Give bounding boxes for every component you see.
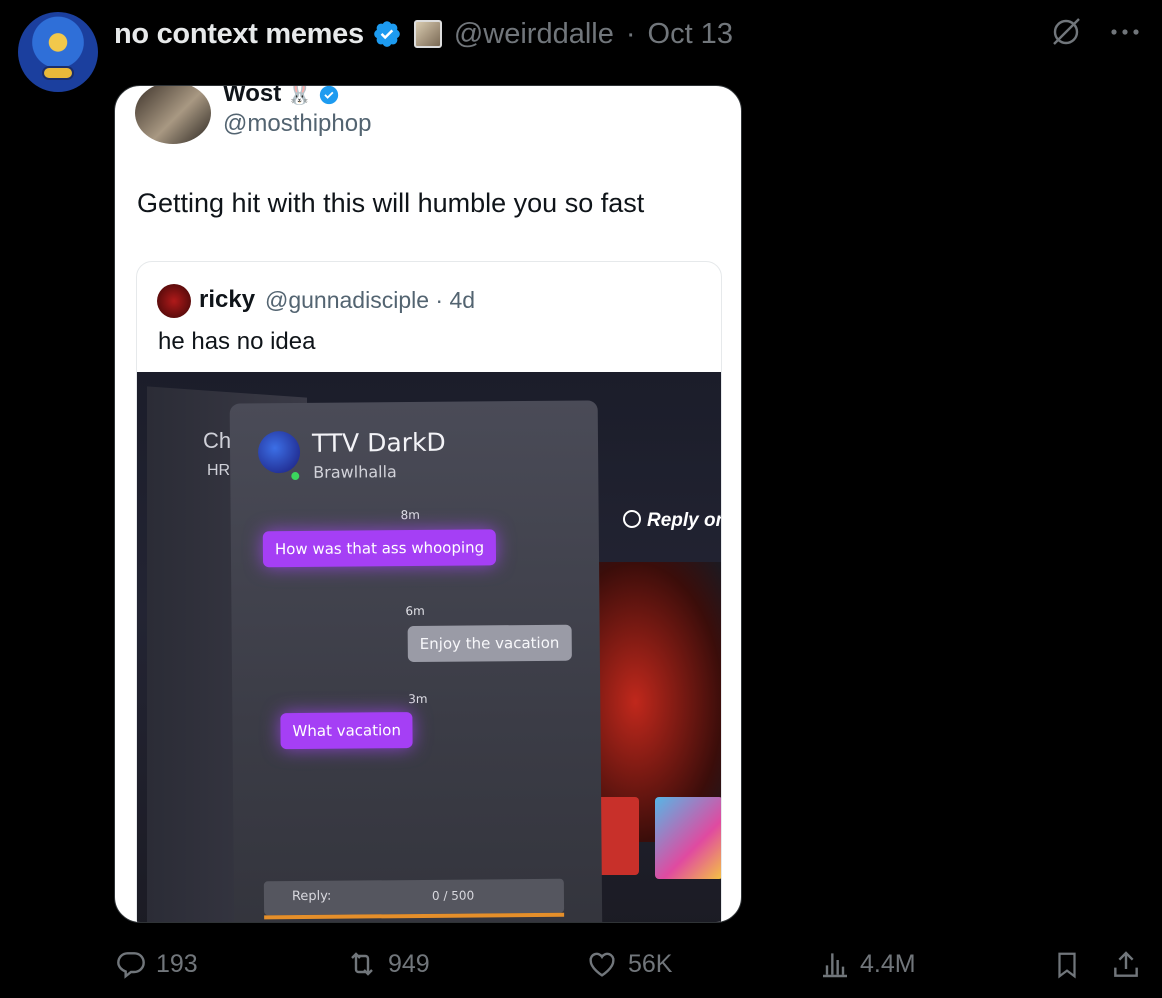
inner-name: ricky [199, 286, 256, 313]
chat-panel: TTV DarkD Brawlhalla 8m How was that ass… [229, 400, 603, 922]
views-button[interactable]: 4.4M [818, 948, 916, 980]
message-time: 8m [400, 507, 421, 523]
reply-icon [117, 952, 145, 979]
share-icon [1114, 951, 1138, 977]
like-button[interactable]: 56K [584, 948, 672, 980]
verified-badge-icon [374, 21, 400, 47]
quoted-handle: @mosthiphop [223, 110, 372, 137]
more-icon[interactable] [1110, 26, 1140, 38]
reply-label: Reply: [291, 888, 332, 905]
author-handle[interactable]: @weirddalle [454, 18, 614, 51]
message-bubble: How was that ass whooping [262, 529, 497, 568]
inner-handle-line: @gunnadisciple · 4d [265, 287, 475, 314]
chat-name: TTV DarkD [311, 427, 446, 458]
post-date[interactable]: Oct 13 [648, 18, 733, 51]
quoted-name-icons: 🐰 [287, 85, 340, 107]
quoted-name: Wost [223, 85, 282, 107]
views-count: 4.4M [860, 949, 916, 978]
message-time: 6m [405, 603, 425, 619]
views-icon [823, 953, 847, 978]
inner-quote-card: ricky @gunnadisciple · 4d he has no idea… [136, 261, 722, 922]
like-icon [589, 952, 615, 977]
quoted-avatar [135, 86, 211, 144]
verified-badge-icon [319, 86, 339, 104]
chat-game: Brawlhalla [313, 462, 397, 482]
inner-time: 4d [449, 287, 476, 313]
repost-button[interactable]: 949 [344, 948, 430, 980]
date-separator: · [625, 17, 636, 50]
affiliate-badge-icon[interactable] [413, 20, 442, 48]
action-bar: 193 949 56K 4.4M [114, 948, 1154, 988]
post-media[interactable]: Wost 🐰 @mosthiphop Getting hit with this… [114, 85, 742, 923]
like-count: 56K [628, 949, 673, 978]
bookmark-icon [1058, 952, 1076, 979]
bookmark-button[interactable] [1052, 948, 1082, 982]
xbox-chat-photo: Ch HRI Reply on TTV DarkD Brawlhalla 8m … [137, 372, 722, 922]
repost-icon [351, 952, 373, 976]
online-dot [291, 472, 300, 481]
reply-field: Reply: 0 / 500 [263, 878, 565, 916]
reply-count: 0 / 500 [431, 888, 475, 903]
side-label-1: Ch [203, 428, 232, 453]
chat-avatar [257, 431, 301, 474]
message-bubble: Enjoy the vacation [407, 624, 572, 663]
inner-handle: @gunnadisciple [265, 287, 430, 313]
game-tile [655, 797, 721, 879]
author-avatar[interactable] [18, 12, 98, 92]
top-icons [1050, 16, 1140, 48]
reply-on-label: Reply on [623, 510, 722, 532]
quoted-text: Getting hit with this will humble you so… [137, 188, 645, 218]
reply-on-text: Reply on [647, 510, 722, 531]
reply-count: 193 [156, 949, 198, 978]
rabbit-emoji-icon: 🐰 [287, 85, 312, 106]
avatar-belt [42, 66, 74, 80]
message-time: 3m [408, 691, 428, 707]
author-name[interactable]: no context memes [114, 18, 364, 51]
grok-icon[interactable] [1050, 16, 1082, 48]
repost-count: 949 [388, 949, 430, 978]
post-header: no context memes @weirddalle · Oct 13 [114, 14, 733, 54]
inner-text: he has no idea [158, 328, 316, 355]
inner-avatar [157, 284, 191, 318]
reply-on-icon [623, 510, 641, 528]
share-button[interactable] [1110, 948, 1142, 982]
inner-separator: · [435, 287, 444, 313]
reply-button[interactable]: 193 [114, 948, 198, 980]
message-bubble: What vacation [280, 712, 414, 750]
